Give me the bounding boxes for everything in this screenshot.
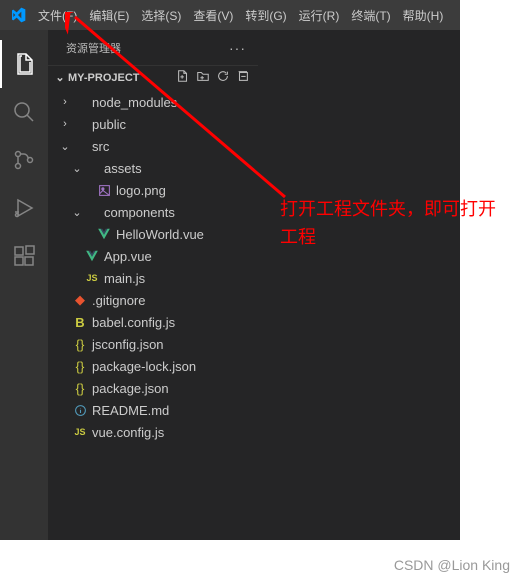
- vue-icon: [96, 226, 112, 242]
- tree-item-label: assets: [104, 161, 142, 176]
- tree-item[interactable]: logo.png: [48, 179, 258, 201]
- explorer-icon[interactable]: [0, 40, 48, 88]
- tree-item-label: public: [92, 117, 126, 132]
- new-file-icon[interactable]: [176, 69, 190, 86]
- project-header[interactable]: ⌄ MY-PROJECT: [48, 65, 258, 89]
- chevron-icon: ⌄: [70, 162, 84, 175]
- json-icon: {}: [72, 336, 88, 352]
- folder-icon: [72, 138, 88, 154]
- folder-icon: [72, 116, 88, 132]
- menu-help[interactable]: 帮助(H): [397, 0, 450, 30]
- sidebar-header: 资源管理器 ···: [48, 30, 258, 65]
- menu-file[interactable]: 文件(F): [32, 0, 83, 30]
- tree-item[interactable]: JS main.js: [48, 267, 258, 289]
- tree-item[interactable]: README.md: [48, 399, 258, 421]
- new-folder-icon[interactable]: [196, 69, 210, 86]
- tree-item[interactable]: ⌄ components: [48, 201, 258, 223]
- tree-item-label: logo.png: [116, 183, 166, 198]
- file-tree: › node_modules › public ⌄ src ⌄ assets logo.png ⌄…: [48, 89, 258, 540]
- tree-item[interactable]: HelloWorld.vue: [48, 223, 258, 245]
- run-debug-icon[interactable]: [0, 184, 48, 232]
- tree-item-label: App.vue: [104, 249, 152, 264]
- tree-item-label: src: [92, 139, 109, 154]
- chevron-icon: ⌄: [58, 140, 72, 153]
- tree-item-label: HelloWorld.vue: [116, 227, 204, 242]
- img-icon: [96, 182, 112, 198]
- tree-item[interactable]: › public: [48, 113, 258, 135]
- json-icon: {}: [72, 358, 88, 374]
- menu-run[interactable]: 运行(R): [293, 0, 346, 30]
- tree-item-label: package.json: [92, 381, 169, 396]
- tree-item-label: package-lock.json: [92, 359, 196, 374]
- chevron-down-icon: ⌄: [52, 71, 68, 84]
- folder-icon: [72, 94, 88, 110]
- menu-terminal[interactable]: 终端(T): [345, 0, 396, 30]
- tree-item[interactable]: ⌄ assets: [48, 157, 258, 179]
- tree-item-label: babel.config.js: [92, 315, 175, 330]
- extensions-icon[interactable]: [0, 232, 48, 280]
- chevron-icon: ›: [58, 118, 72, 130]
- watermark: CSDN @Lion King: [394, 557, 510, 573]
- chevron-icon: ›: [58, 96, 72, 108]
- chevron-icon: ⌄: [70, 206, 84, 219]
- tree-item-label: .gitignore: [92, 293, 145, 308]
- menu-edit[interactable]: 编辑(E): [83, 0, 135, 30]
- tree-item[interactable]: › node_modules: [48, 91, 258, 113]
- tree-item-label: main.js: [104, 271, 145, 286]
- activity-bar: [0, 30, 48, 540]
- tree-item-label: vue.config.js: [92, 425, 164, 440]
- menu-selection[interactable]: 选择(S): [135, 0, 187, 30]
- menubar: 文件(F) 编辑(E) 选择(S) 查看(V) 转到(G) 运行(R) 终端(T…: [0, 0, 460, 30]
- menu-go[interactable]: 转到(G): [239, 0, 292, 30]
- tree-item-label: jsconfig.json: [92, 337, 164, 352]
- tree-item-label: components: [104, 205, 175, 220]
- vue-icon: [84, 248, 100, 264]
- vscode-logo-icon: [10, 7, 26, 23]
- tree-item[interactable]: App.vue: [48, 245, 258, 267]
- tree-item[interactable]: JS vue.config.js: [48, 421, 258, 443]
- tree-item[interactable]: ⌄ src: [48, 135, 258, 157]
- tree-item[interactable]: {} package-lock.json: [48, 355, 258, 377]
- js-icon: JS: [84, 270, 100, 286]
- refresh-icon[interactable]: [216, 69, 230, 86]
- sidebar-title: 资源管理器: [66, 40, 121, 56]
- collapse-all-icon[interactable]: [236, 69, 250, 86]
- menu-view[interactable]: 查看(V): [187, 0, 239, 30]
- tree-item[interactable]: ◆ .gitignore: [48, 289, 258, 311]
- tree-item[interactable]: Bbabel.config.js: [48, 311, 258, 333]
- search-icon[interactable]: [0, 88, 48, 136]
- git-icon: ◆: [72, 292, 88, 308]
- more-actions-icon[interactable]: ···: [229, 40, 246, 56]
- info-icon: [72, 402, 88, 418]
- source-control-icon[interactable]: [0, 136, 48, 184]
- tree-item-label: README.md: [92, 403, 169, 418]
- folder-icon: [84, 160, 100, 176]
- json-icon: {}: [72, 380, 88, 396]
- folder-icon: [84, 204, 100, 220]
- sidebar: 资源管理器 ··· ⌄ MY-PROJECT: [48, 30, 258, 540]
- babel-icon: B: [72, 314, 88, 330]
- project-name: MY-PROJECT: [68, 72, 176, 84]
- tree-item[interactable]: {} package.json: [48, 377, 258, 399]
- js-icon: JS: [72, 424, 88, 440]
- tree-item[interactable]: {} jsconfig.json: [48, 333, 258, 355]
- tree-item-label: node_modules: [92, 95, 177, 110]
